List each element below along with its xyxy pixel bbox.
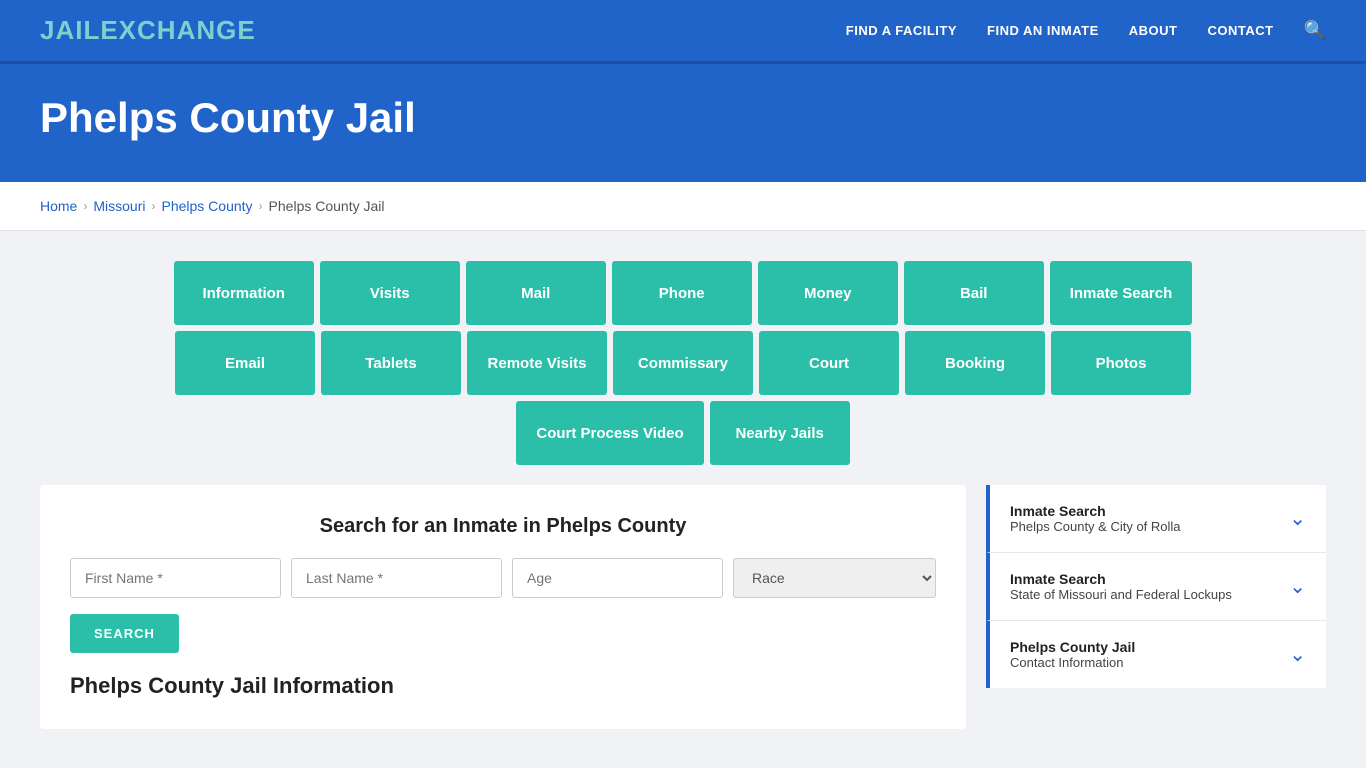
main-nav: FIND A FACILITY FIND AN INMATE ABOUT CON…: [846, 20, 1326, 41]
breadcrumb-sep-3: ›: [259, 199, 263, 213]
breadcrumb-current: Phelps County Jail: [269, 198, 385, 214]
right-card-2-title: Inmate Search: [1010, 571, 1232, 587]
tile-phone[interactable]: Phone: [612, 261, 752, 325]
nav-find-facility[interactable]: FIND A FACILITY: [846, 23, 957, 38]
tile-booking[interactable]: Booking: [905, 331, 1045, 395]
right-card-2-text: Inmate Search State of Missouri and Fede…: [1010, 571, 1232, 602]
right-card-1-text: Inmate Search Phelps County & City of Ro…: [1010, 503, 1181, 534]
search-fields: Race White Black Hispanic Asian Other: [70, 558, 936, 598]
tile-grid: Information Visits Mail Phone Money Bail…: [40, 261, 1326, 465]
right-card-3-sub: Contact Information: [1010, 655, 1135, 670]
breadcrumb-phelps-county[interactable]: Phelps County: [161, 198, 252, 214]
content-area: Search for an Inmate in Phelps County Ra…: [40, 485, 1326, 729]
nav-about[interactable]: ABOUT: [1129, 23, 1178, 38]
right-panel: Inmate Search Phelps County & City of Ro…: [986, 485, 1326, 729]
nav-contact[interactable]: CONTACT: [1207, 23, 1273, 38]
hero-section: Phelps County Jail: [0, 64, 1366, 182]
page-title: Phelps County Jail: [40, 94, 1326, 142]
chevron-icon-2: ⌄: [1289, 574, 1306, 599]
tile-row-2: Email Tablets Remote Visits Commissary C…: [40, 331, 1326, 395]
tile-email[interactable]: Email: [175, 331, 315, 395]
tile-remote-visits[interactable]: Remote Visits: [467, 331, 607, 395]
right-card-2[interactable]: Inmate Search State of Missouri and Fede…: [986, 553, 1326, 621]
search-button[interactable]: SEARCH: [70, 614, 179, 653]
logo[interactable]: JAILEXCHANGE: [40, 15, 256, 46]
right-card-3-text: Phelps County Jail Contact Information: [1010, 639, 1135, 670]
right-card-3[interactable]: Phelps County Jail Contact Information ⌄: [986, 621, 1326, 688]
first-name-input[interactable]: [70, 558, 281, 598]
nav-find-inmate[interactable]: FIND AN INMATE: [987, 23, 1099, 38]
tile-mail[interactable]: Mail: [466, 261, 606, 325]
tile-inmate-search[interactable]: Inmate Search: [1050, 261, 1193, 325]
last-name-input[interactable]: [291, 558, 502, 598]
chevron-icon-1: ⌄: [1289, 506, 1306, 531]
right-card-1[interactable]: Inmate Search Phelps County & City of Ro…: [986, 485, 1326, 553]
tile-information[interactable]: Information: [174, 261, 314, 325]
age-input[interactable]: [512, 558, 723, 598]
search-title: Search for an Inmate in Phelps County: [70, 515, 936, 538]
breadcrumb: Home › Missouri › Phelps County › Phelps…: [0, 182, 1366, 231]
race-select[interactable]: Race White Black Hispanic Asian Other: [733, 558, 936, 598]
breadcrumb-sep-2: ›: [151, 199, 155, 213]
tile-bail[interactable]: Bail: [904, 261, 1044, 325]
section-title: Phelps County Jail Information: [70, 653, 936, 699]
logo-main: JAIL: [40, 15, 100, 45]
right-card-1-sub: Phelps County & City of Rolla: [1010, 519, 1181, 534]
right-card-2-sub: State of Missouri and Federal Lockups: [1010, 587, 1232, 602]
logo-accent: EXCHANGE: [100, 15, 255, 45]
breadcrumb-sep-1: ›: [83, 199, 87, 213]
main-content: Information Visits Mail Phone Money Bail…: [0, 231, 1366, 759]
breadcrumb-missouri[interactable]: Missouri: [93, 198, 145, 214]
breadcrumb-home[interactable]: Home: [40, 198, 77, 214]
tile-visits[interactable]: Visits: [320, 261, 460, 325]
tile-nearby-jails[interactable]: Nearby Jails: [710, 401, 850, 465]
tile-commissary[interactable]: Commissary: [613, 331, 753, 395]
right-card-3-title: Phelps County Jail: [1010, 639, 1135, 655]
tile-photos[interactable]: Photos: [1051, 331, 1191, 395]
tile-court-process-video[interactable]: Court Process Video: [516, 401, 703, 465]
header: JAILEXCHANGE FIND A FACILITY FIND AN INM…: [0, 0, 1366, 64]
tile-tablets[interactable]: Tablets: [321, 331, 461, 395]
chevron-icon-3: ⌄: [1289, 642, 1306, 667]
tile-money[interactable]: Money: [758, 261, 898, 325]
tile-court[interactable]: Court: [759, 331, 899, 395]
tile-row-3: Court Process Video Nearby Jails: [40, 401, 1326, 465]
left-panel: Search for an Inmate in Phelps County Ra…: [40, 485, 966, 729]
right-card-1-title: Inmate Search: [1010, 503, 1181, 519]
search-icon[interactable]: 🔍: [1304, 20, 1326, 41]
tile-row-1: Information Visits Mail Phone Money Bail…: [40, 261, 1326, 325]
